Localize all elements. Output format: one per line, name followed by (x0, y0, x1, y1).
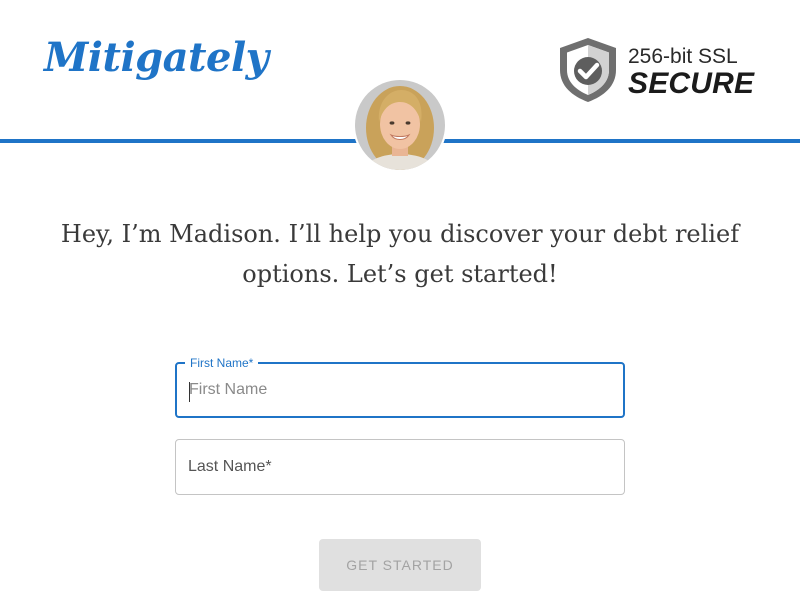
brand-logo[interactable]: Mitigately (44, 38, 269, 78)
intro-line-1: Hey, I’m Madison. I’ll help you discover… (60, 220, 740, 248)
intro-line-2: options. Let’s get started! (242, 260, 558, 288)
advisor-avatar (353, 78, 447, 172)
intro-message: Hey, I’m Madison. I’ll help you discover… (50, 214, 750, 294)
avatar-photo-icon (353, 78, 447, 172)
ssl-secure-text: SECURE (628, 67, 755, 100)
text-cursor (189, 382, 190, 402)
get-started-button[interactable]: GET STARTED (319, 539, 481, 591)
ssl-secure-badge: 256-bit SSL SECURE (556, 36, 756, 106)
first-name-field[interactable]: First Name* (175, 355, 625, 418)
shield-check-icon (560, 38, 616, 102)
first-name-input[interactable] (177, 364, 623, 416)
last-name-field[interactable] (175, 439, 625, 495)
last-name-input[interactable] (176, 440, 624, 494)
ssl-bit-text: 256-bit SSL (628, 45, 738, 68)
page: Mitigately 256-bit SSL SECURE Hey, I’m M… (0, 0, 800, 600)
